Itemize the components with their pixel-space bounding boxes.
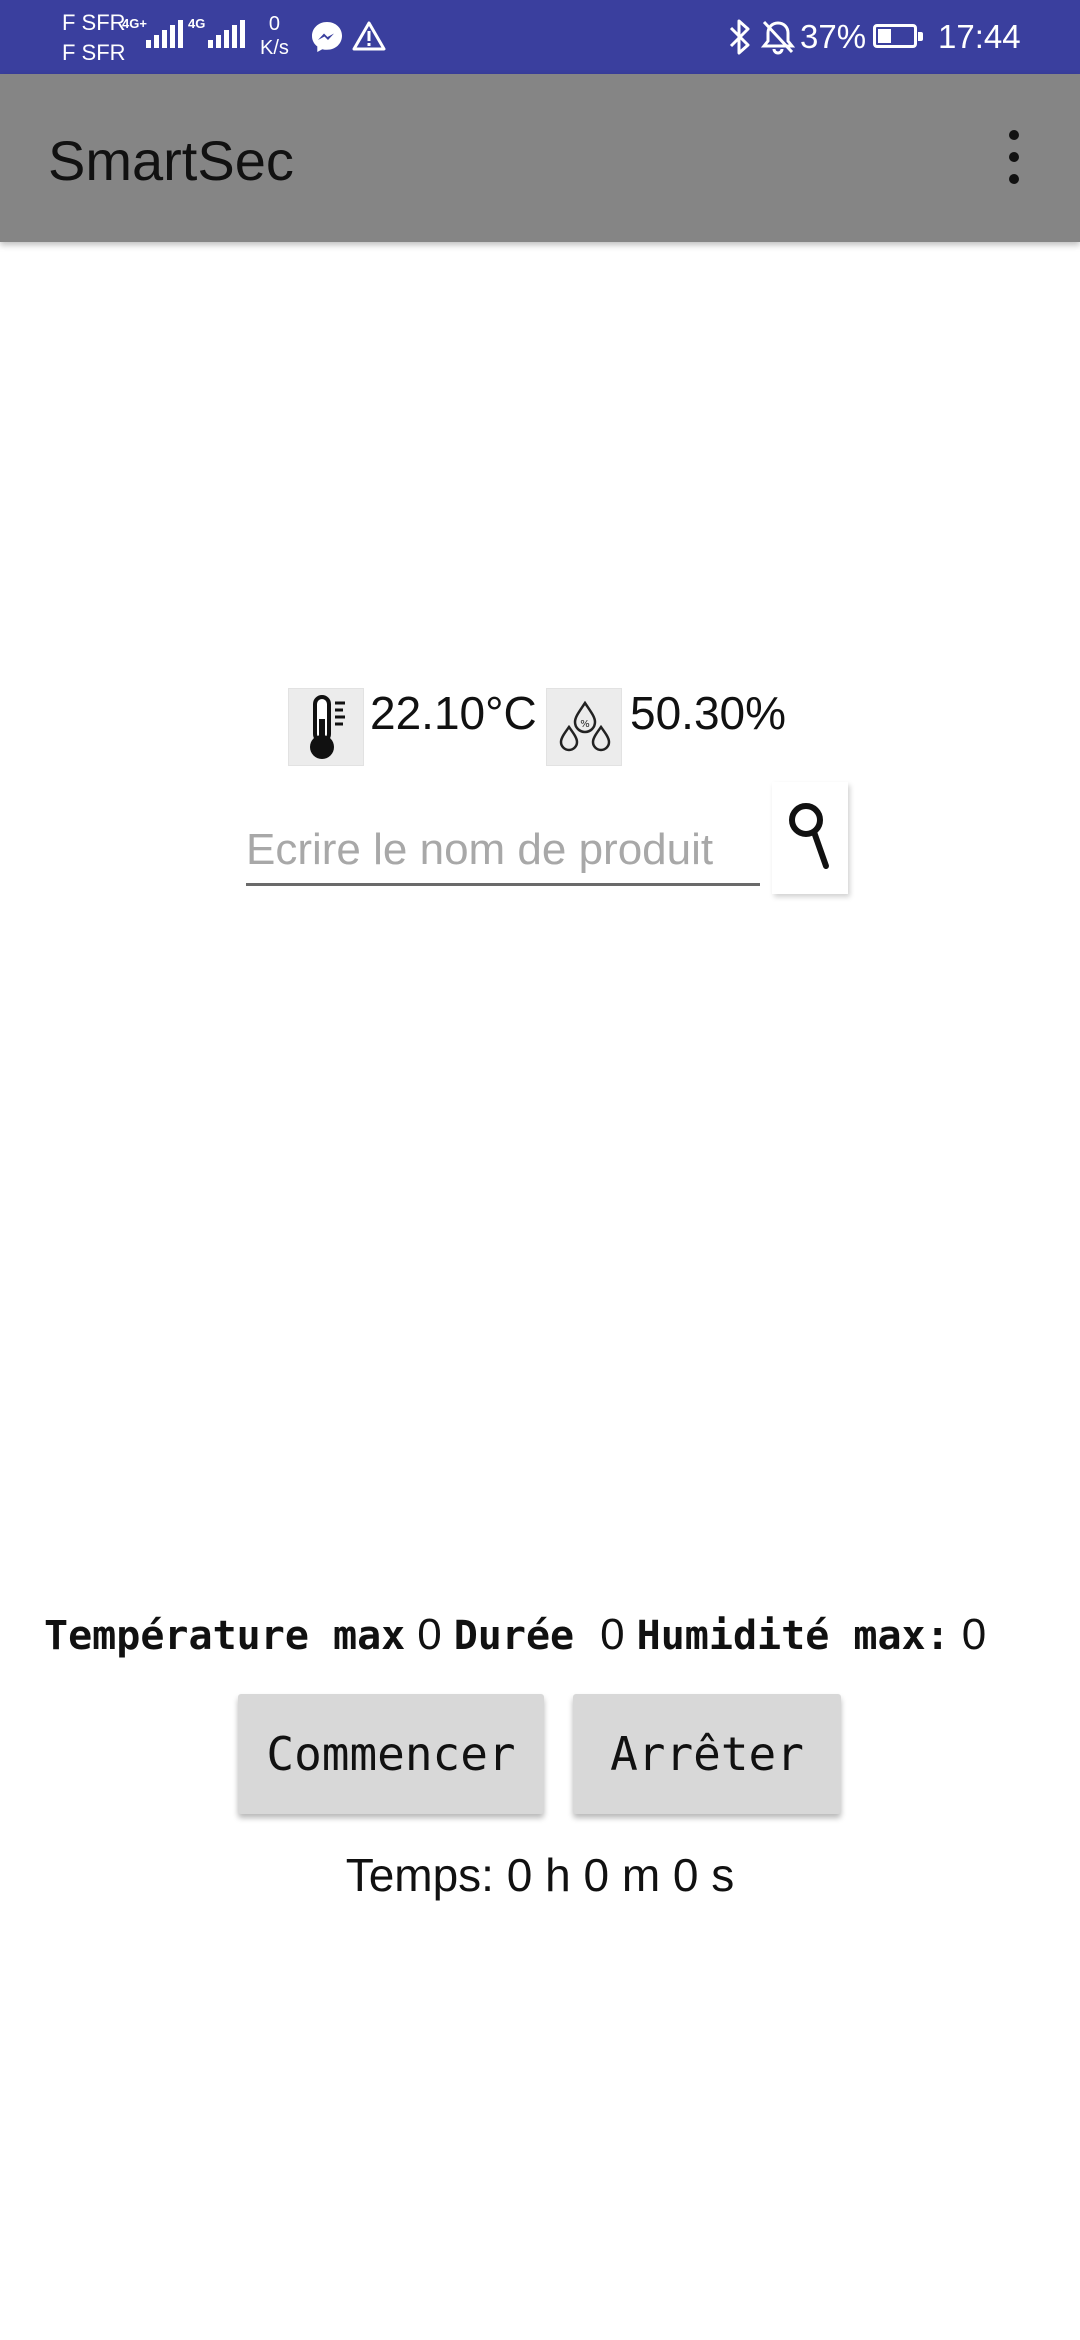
sensor-readings: 22.10°C % 50.30% [0,684,1080,768]
product-name-input[interactable] [246,816,760,886]
warning-icon [352,21,386,51]
temperature-value: 22.10°C [370,687,537,739]
battery-icon [873,24,923,48]
battery-percent: 37% [800,18,867,55]
signal-1-icon [146,20,183,48]
app-bar: SmartSec [0,74,1080,242]
network-2-label: 4G [188,16,206,31]
messenger-icon [312,22,342,52]
thermometer-icon [288,688,364,766]
humidity-drops-icon: % [546,688,622,766]
stop-button[interactable]: Arrêter [573,1694,841,1814]
app-title: SmartSec [48,129,294,192]
start-button[interactable]: Commencer [238,1694,544,1814]
overflow-menu-icon[interactable] [994,124,1034,190]
search-button[interactable] [772,782,848,894]
bell-off-icon [760,20,796,55]
carrier-2-label: F SFR [62,40,126,65]
status-bar: F SFR F SFR 4G+ 4G 0 K/s 37% 17:44 [0,0,1080,74]
search-icon [789,803,829,869]
humidity-max-label: Humidité max: [636,1613,950,1659]
elapsed-time: Temps: 0 h 0 m 0 s [345,1849,735,1901]
signal-2-icon [208,20,245,48]
temp-max-label: Température max [44,1613,406,1659]
network-1-label: 4G+ [122,16,147,31]
network-speed: 0 K/s [260,12,289,60]
humidity-max-value: 0 [961,1610,987,1659]
speed-unit: K/s [260,37,289,59]
duration-value: 0 [600,1610,625,1659]
speed-value: 0 [268,13,281,35]
parameters-row: Température max 0 Durée 0 Humidité max: … [44,1610,986,1670]
duration-label: Durée [453,1613,575,1659]
svg-text:%: % [580,719,590,730]
humidity-value: 50.30% [630,687,787,739]
temp-max-value: 0 [417,1610,442,1659]
carrier-1-label: F SFR [62,10,126,35]
clock: 17:44 [938,18,1021,55]
bluetooth-icon [729,19,750,55]
